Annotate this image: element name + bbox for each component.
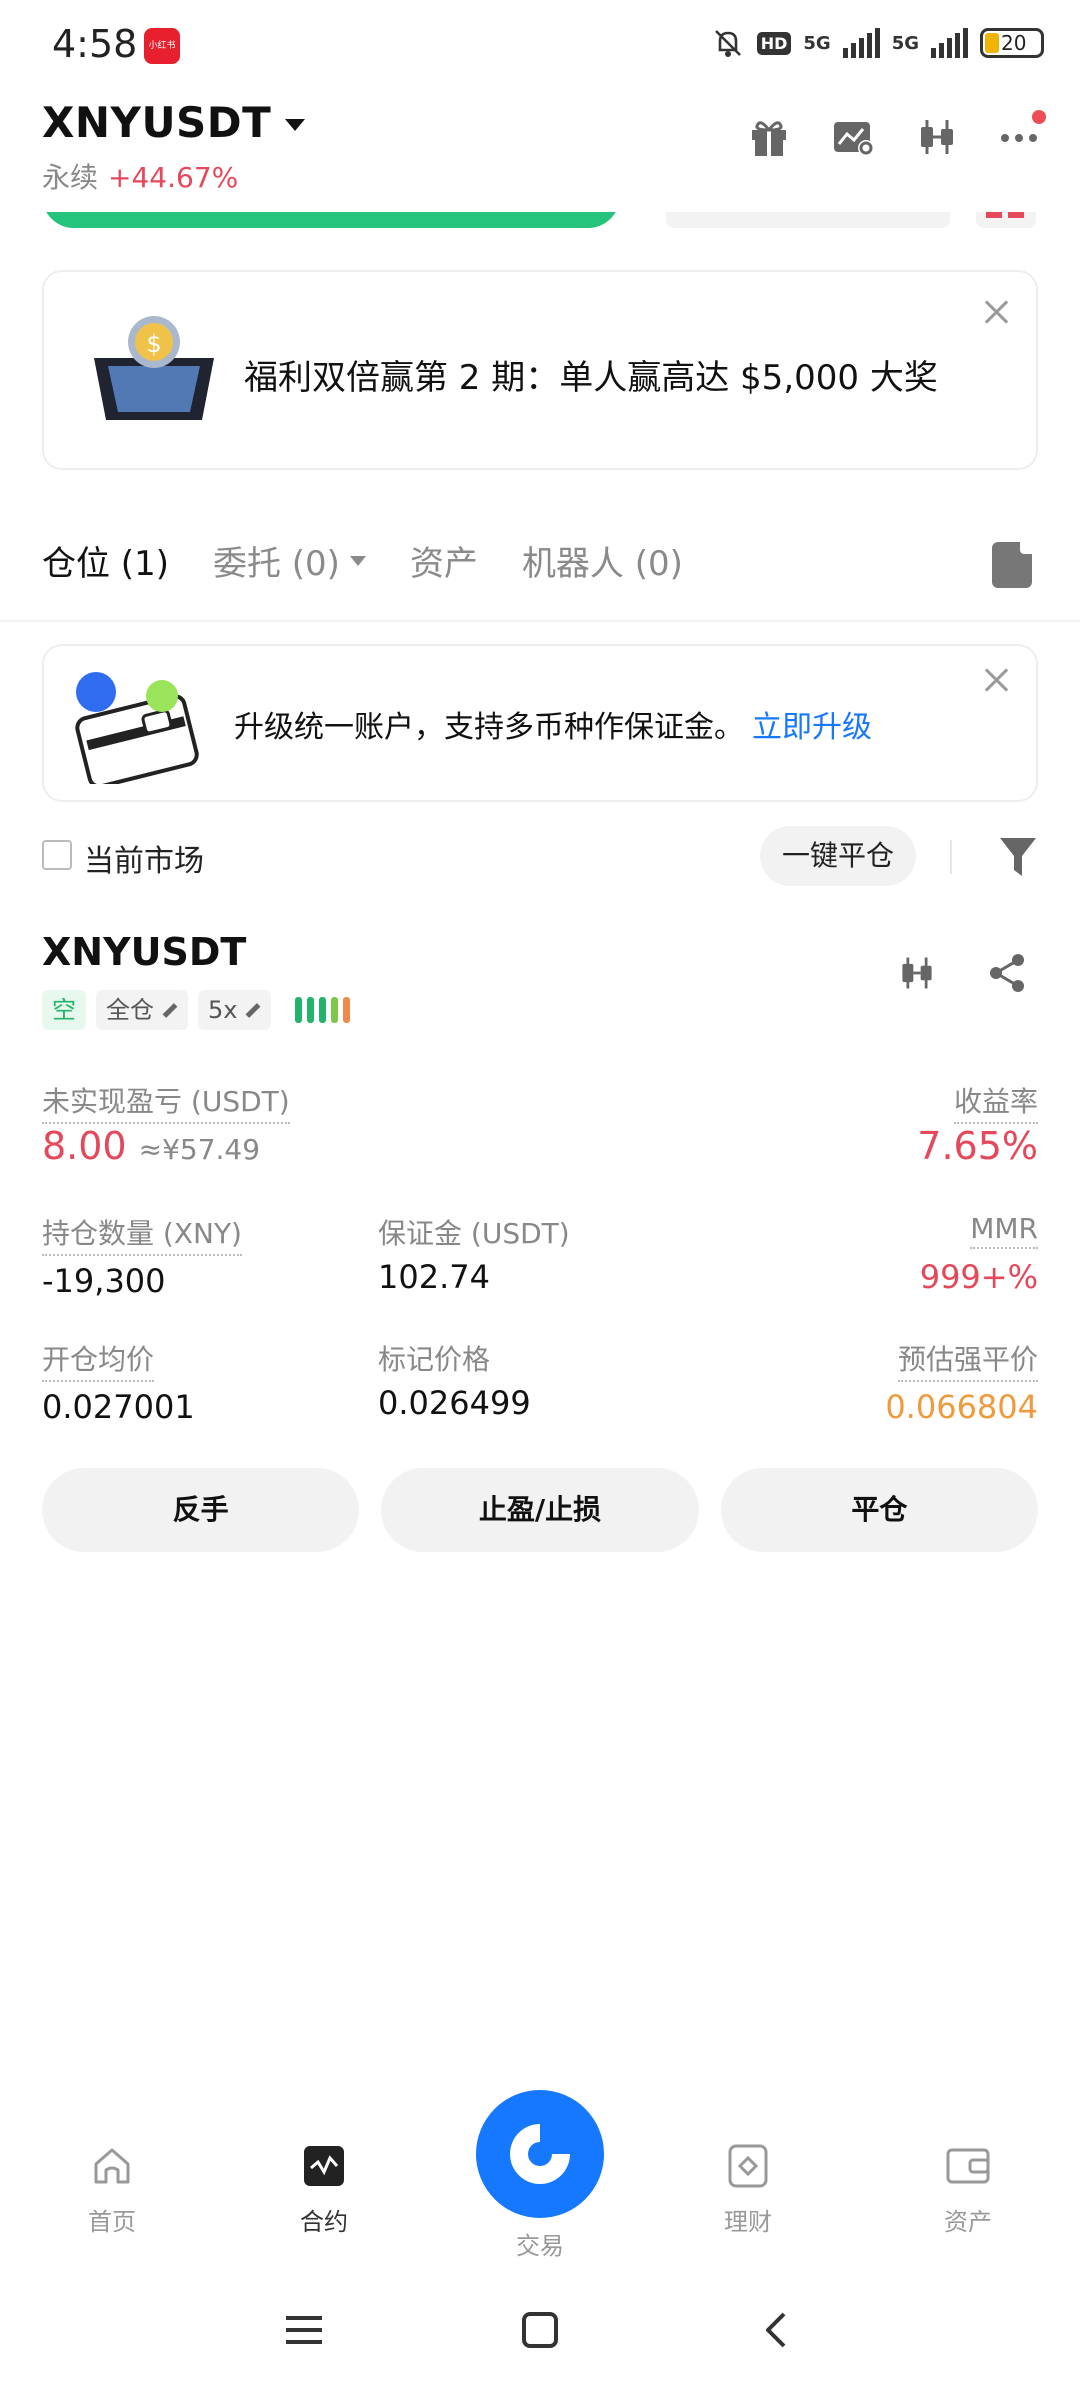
close-all-button[interactable]: 一键平仓	[760, 826, 917, 886]
entry-price-value: 0.027001	[42, 1388, 195, 1426]
position-tabs: 仓位 (1) 委托 (0) 资产 机器人 (0)	[42, 536, 683, 585]
hd-icon: HD	[756, 31, 792, 55]
position-size-label[interactable]: 持仓数量 (XNY)	[42, 1212, 242, 1256]
roi-label[interactable]: 收益率	[953, 1080, 1038, 1124]
symbol-title: XNYUSDT	[42, 98, 272, 147]
status-time: 4:58	[52, 22, 138, 66]
wallet-coin-illustration: $	[94, 316, 214, 420]
promo-banner[interactable]: $ 福利双倍赢第 2 期：单人赢高达 $5,000 大奖	[42, 270, 1038, 470]
edit-icon	[243, 1001, 261, 1019]
nav-assets[interactable]: 资产	[908, 2144, 1028, 2237]
nav-trade-label: 交易	[516, 2232, 564, 2260]
liq-price-value: 0.066804	[885, 1388, 1038, 1426]
upgrade-banner[interactable]: 升级统一账户，支持多币种作保证金。 立即升级	[42, 644, 1038, 802]
status-icons: HD 5G 5G 20	[711, 26, 1044, 60]
tp-sl-button[interactable]: 止盈/止损	[381, 1468, 699, 1552]
futures-icon	[304, 2146, 344, 2186]
chart-settings-icon[interactable]	[830, 114, 876, 160]
risk-level-bars	[295, 997, 351, 1023]
position-symbol[interactable]: XNYUSDT	[42, 930, 246, 974]
close-promo-icon[interactable]	[982, 298, 1010, 326]
signal-icon-1	[842, 28, 880, 58]
mmr-value: 999+%	[919, 1258, 1038, 1296]
candlestick-icon[interactable]	[914, 114, 960, 160]
home-icon	[94, 2148, 130, 2184]
contract-type: 永续	[42, 161, 99, 194]
filter-row: 当前市场 一键平仓	[42, 826, 1038, 886]
close-position-button[interactable]: 平仓	[720, 1468, 1038, 1552]
position-size-value: -19,300	[42, 1262, 166, 1300]
system-navigation-bar	[0, 2270, 1080, 2400]
leverage-tag[interactable]: 5x	[198, 990, 272, 1030]
unified-account-illustration	[75, 672, 199, 784]
gift-icon[interactable]	[746, 114, 792, 160]
upgrade-now-link[interactable]: 立即升级	[752, 710, 872, 745]
unrealized-pnl-label[interactable]: 未实现盈亏 (USDT)	[42, 1080, 290, 1124]
margin-mode-tag[interactable]: 全仓	[96, 990, 188, 1030]
close-upgrade-icon[interactable]	[982, 666, 1010, 694]
upgrade-message: 升级统一账户，支持多币种作保证金。 立即升级	[234, 710, 872, 745]
caret-down-icon	[285, 118, 306, 131]
xiaohongshu-app-icon: 小红书	[144, 28, 180, 64]
risk-bar	[331, 997, 339, 1023]
header-actions	[746, 110, 1046, 160]
tab-bots[interactable]: 机器人 (0)	[522, 536, 683, 585]
side-tag: 空	[42, 990, 86, 1030]
nav-earn[interactable]: 理财	[688, 2144, 808, 2237]
mute-bell-icon	[714, 30, 741, 57]
filter-separator	[950, 840, 952, 874]
current-market-checkbox[interactable]	[42, 840, 72, 870]
entry-price-label[interactable]: 开仓均价	[42, 1338, 155, 1382]
notification-dot	[1032, 110, 1046, 124]
signal-icon-2	[931, 28, 968, 58]
position-actions	[896, 952, 1028, 994]
header: XNYUSDT 永续 +44.67%	[0, 92, 1080, 212]
nav-futures[interactable]: 合约	[264, 2144, 384, 2237]
trade-button[interactable]	[476, 2090, 604, 2218]
symbol-selector[interactable]: XNYUSDT	[42, 98, 306, 147]
tab-assets[interactable]: 资产	[410, 536, 478, 585]
change-percent: +44.67%	[108, 161, 239, 194]
trade-icon	[510, 2124, 570, 2184]
nav-home[interactable]: 首页	[52, 2144, 172, 2237]
mmr-label[interactable]: MMR	[970, 1212, 1038, 1249]
tab-positions[interactable]: 仓位 (1)	[42, 536, 169, 585]
menu-icon[interactable]	[284, 2310, 324, 2350]
mark-price-value: 0.026499	[378, 1384, 531, 1422]
margin-label: 保证金 (USDT)	[378, 1217, 570, 1250]
filter-icon[interactable]	[998, 834, 1038, 880]
liq-price-label[interactable]: 预估强平价	[897, 1338, 1038, 1382]
share-icon[interactable]	[986, 952, 1028, 994]
network-5g-label-2: 5G	[891, 32, 919, 54]
risk-bar	[307, 997, 315, 1023]
back-icon[interactable]	[756, 2310, 796, 2350]
status-bar: 4:58 小红书 HD 5G 5G 20	[0, 0, 1080, 92]
network-5g-label-1: 5G	[803, 32, 831, 54]
mark-price-label: 标记价格	[378, 1343, 491, 1376]
battery-icon: 20	[980, 28, 1044, 58]
roi-value: 7.65%	[917, 1124, 1038, 1168]
promo-text: 福利双倍赢第 2 期：单人赢高达 $5,000 大奖	[244, 358, 938, 398]
current-market-label: 当前市场	[84, 844, 204, 879]
reverse-button[interactable]: 反手	[42, 1468, 360, 1552]
symbol-subtitle: 永续 +44.67%	[42, 156, 238, 196]
position-action-row: 反手 止盈/止损 平仓	[42, 1468, 1038, 1552]
tabs-divider	[0, 620, 1080, 622]
chevron-down-icon	[349, 555, 366, 566]
risk-bar	[343, 997, 351, 1023]
risk-bar	[319, 997, 327, 1023]
risk-bar	[295, 997, 303, 1023]
svg-text:$: $	[146, 330, 161, 358]
position-chart-icon[interactable]	[896, 952, 938, 994]
unrealized-pnl: 8.00 ≈¥57.49	[42, 1124, 261, 1168]
more-menu[interactable]	[998, 110, 1046, 160]
wallet-icon	[946, 2148, 990, 2184]
earn-icon	[728, 2144, 768, 2188]
edit-icon	[160, 1001, 178, 1019]
margin-value: 102.74	[378, 1258, 490, 1296]
tab-orders[interactable]: 委托 (0)	[213, 536, 366, 585]
order-history-icon[interactable]	[992, 542, 1032, 588]
position-tags: 空 全仓 5x	[42, 990, 351, 1030]
home-button-icon[interactable]	[520, 2310, 560, 2350]
